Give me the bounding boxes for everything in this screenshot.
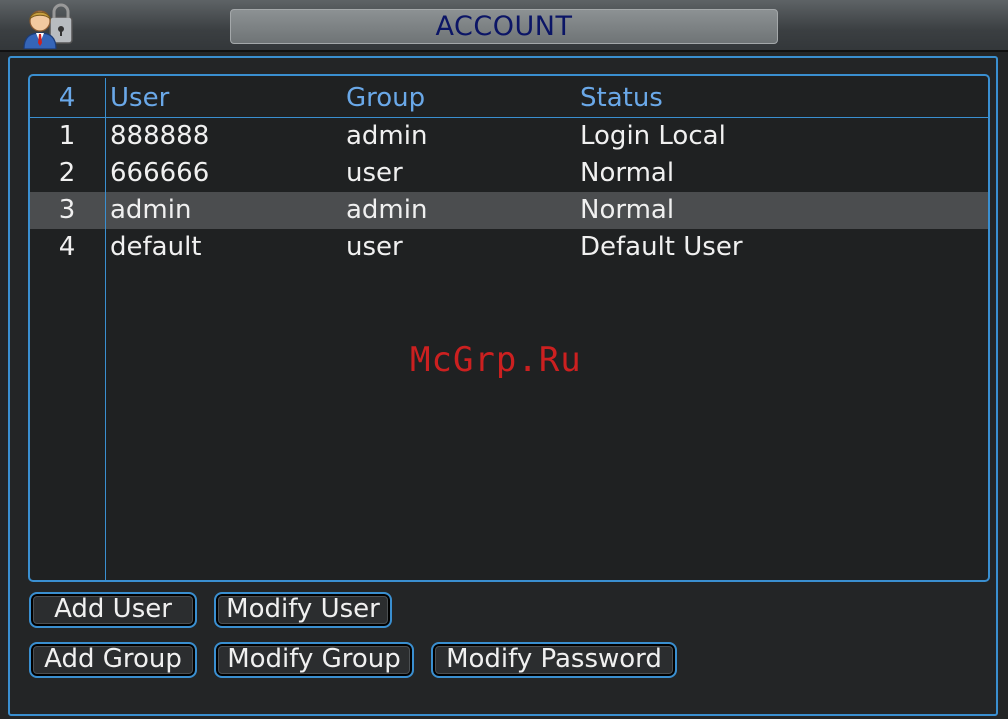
row-status: Login Local	[580, 121, 726, 151]
row-user: 666666	[110, 158, 210, 188]
header-user: User	[110, 83, 170, 113]
table-row[interactable]: 2 666666 user Normal	[30, 155, 988, 192]
user-account-lock-icon	[16, 3, 76, 50]
modify-user-button[interactable]: Modify User	[214, 592, 392, 628]
row-group: admin	[346, 121, 428, 151]
row-user: admin	[110, 195, 192, 225]
account-list[interactable]: 4 User Group Status 1 888888 admin Login…	[28, 74, 990, 582]
row-number: 4	[58, 232, 76, 262]
row-group: admin	[346, 195, 428, 225]
table-row-selected[interactable]: 3 admin admin Normal	[30, 192, 988, 229]
row-number: 1	[58, 121, 76, 151]
row-user: default	[110, 232, 202, 262]
header-status: Status	[580, 83, 663, 113]
row-group: user	[346, 158, 403, 188]
row-status: Default User	[580, 232, 743, 262]
row-status: Normal	[580, 158, 675, 188]
table-row[interactable]: 4 default user Default User	[30, 229, 988, 266]
modify-group-button[interactable]: Modify Group	[214, 642, 414, 678]
row-status: Normal	[580, 195, 675, 225]
column-divider	[105, 78, 106, 580]
header-count: 4	[58, 83, 76, 113]
add-user-button[interactable]: Add User	[29, 592, 197, 628]
row-number: 2	[58, 158, 76, 188]
row-user: 888888	[110, 121, 210, 151]
window-title: ACCOUNT	[230, 9, 778, 44]
table-header: 4 User Group Status	[30, 80, 988, 118]
header-group: Group	[346, 83, 426, 113]
modify-password-button[interactable]: Modify Password	[431, 642, 677, 678]
row-group: user	[346, 232, 403, 262]
row-number: 3	[58, 195, 76, 225]
table-row[interactable]: 1 888888 admin Login Local	[30, 118, 988, 155]
add-group-button[interactable]: Add Group	[29, 642, 197, 678]
account-window: ACCOUNT 4 User Group Status 1 888888 adm…	[0, 0, 1008, 719]
watermark-text: McGrp.Ru	[410, 340, 582, 380]
title-bar: ACCOUNT	[0, 0, 1008, 52]
